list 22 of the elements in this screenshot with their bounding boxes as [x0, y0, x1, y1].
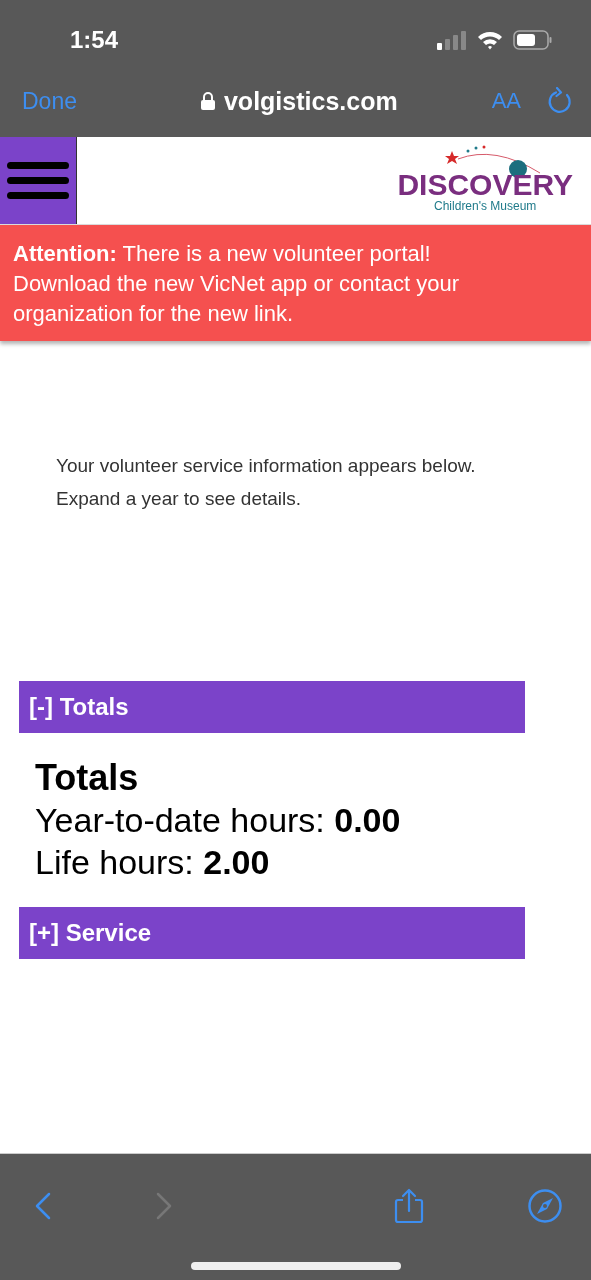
section-header[interactable]: [+] Service [19, 907, 525, 959]
hours-row-text: Life hours: 2.00 [35, 842, 271, 883]
share-icon[interactable] [394, 1188, 424, 1224]
intro-text: Your volunteer service information appears below. [56, 454, 477, 478]
menu-button[interactable] [0, 137, 77, 224]
intro-text: Expand a year to see details. [56, 487, 303, 511]
logo-text: DISCOVERY [397, 171, 573, 199]
lock-icon [200, 92, 215, 110]
menu-icon [7, 161, 69, 200]
logo-subtitle: Children's Museum [434, 199, 537, 213]
wifi-icon [477, 30, 503, 50]
hours-row-text: Year-to-date hours: 0.00 [35, 800, 402, 841]
status-time: 1:54 [70, 26, 119, 54]
compass-icon[interactable] [527, 1188, 563, 1224]
attention-banner: Attention: There is a new volunteer portal! Download the new VicNet app or contact your organization for the new link. [0, 225, 591, 341]
section-header[interactable]: [-] Totals [19, 681, 525, 733]
battery-icon [513, 30, 553, 50]
reload-icon[interactable] [547, 87, 573, 115]
signal-icon [437, 30, 467, 50]
back-icon[interactable] [34, 1191, 52, 1221]
totals-title: Totals [35, 757, 140, 799]
url-text[interactable]: volgistics.com [223, 86, 398, 116]
